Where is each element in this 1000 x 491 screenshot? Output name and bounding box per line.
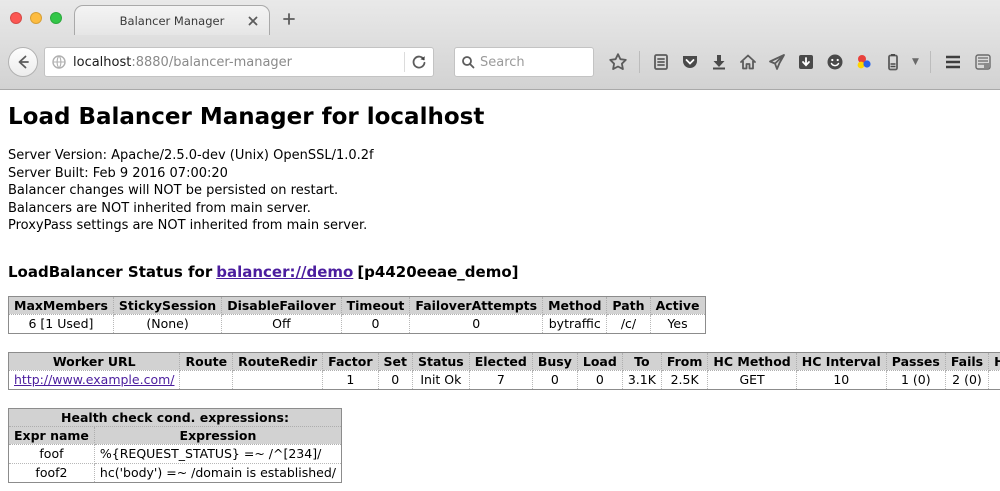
download-icon[interactable]	[709, 52, 729, 72]
server-built-line: Server Built: Feb 9 2016 07:00:20	[8, 165, 992, 183]
tab-close-icon[interactable]	[247, 15, 259, 27]
col-method: Method	[543, 296, 607, 314]
balancer-settings-table: MaxMembers StickySession DisableFailover…	[8, 296, 706, 334]
browser-chrome: Balancer Manager localhost:8880/balancer…	[0, 0, 1000, 90]
col-busy: Busy	[532, 352, 577, 370]
col-worker-url: Worker URL	[9, 352, 180, 370]
urlbar-divider	[404, 52, 405, 72]
reading-list-icon[interactable]	[651, 52, 671, 72]
menu-icon[interactable]	[942, 52, 964, 72]
col-from: From	[661, 352, 708, 370]
search-input[interactable]	[480, 55, 580, 70]
status-prefix: LoadBalancer Status for	[8, 263, 212, 281]
col-timeout: Timeout	[341, 296, 410, 314]
balancer-manager-page: Load Balancer Manager for localhost Serv…	[0, 90, 1000, 491]
page-title: Load Balancer Manager for localhost	[8, 104, 992, 130]
zoom-window-button[interactable]	[50, 12, 62, 24]
col-elected: Elected	[469, 352, 532, 370]
col-factor: Factor	[323, 352, 378, 370]
new-tab-button[interactable]	[280, 10, 298, 28]
col-set: Set	[378, 352, 412, 370]
table-title-row: Health check cond. expressions:	[9, 408, 342, 426]
back-icon	[15, 54, 31, 70]
col-status: Status	[413, 352, 470, 370]
col-hc-uri: HC uri	[989, 352, 1000, 370]
search-bar[interactable]	[454, 47, 594, 77]
back-button[interactable]	[8, 47, 38, 77]
home-icon[interactable]	[738, 52, 758, 72]
col-hc-method: HC Method	[708, 352, 796, 370]
col-routeredir: RouteRedir	[233, 352, 323, 370]
reload-icon[interactable]	[411, 54, 427, 70]
table-header-row: Expr name Expression	[9, 426, 342, 444]
table-row: 6 [1 Used] (None) Off 0 0 bytraffic /c/ …	[9, 314, 706, 333]
col-disablefailover: DisableFailover	[222, 296, 341, 314]
bookmark-star-icon[interactable]	[608, 52, 628, 72]
search-icon	[461, 55, 475, 69]
col-route: Route	[180, 352, 233, 370]
col-active: Active	[650, 296, 705, 314]
url-bar[interactable]: localhost:8880/balancer-manager	[44, 47, 434, 77]
inherit-notice-line: Balancers are NOT inherited from main se…	[8, 200, 992, 218]
worker-url-link[interactable]: http://www.example.com/	[14, 372, 174, 387]
health-check-expressions-table: Health check cond. expressions: Expr nam…	[8, 408, 342, 483]
col-fails: Fails	[945, 352, 988, 370]
table-header-row: MaxMembers StickySession DisableFailover…	[9, 296, 706, 314]
pocket-icon[interactable]	[680, 52, 700, 72]
hc-table-title: Health check cond. expressions:	[9, 408, 342, 426]
worker-table: Worker URL Route RouteRedir Factor Set S…	[8, 352, 1000, 390]
toolbar-separator	[639, 51, 640, 73]
col-expression: Expression	[94, 426, 341, 444]
toolbar-separator	[930, 51, 931, 73]
loadbalancer-status-heading: LoadBalancer Status forbalancer://demo[p…	[8, 263, 992, 281]
send-icon[interactable]	[767, 52, 787, 72]
persist-notice-line: Balancer changes will NOT be persisted o…	[8, 182, 992, 200]
col-to: To	[622, 352, 661, 370]
col-maxmembers: MaxMembers	[9, 296, 114, 314]
table-row: foof2 hc('body') =~ /domain is establish…	[9, 463, 342, 482]
url-text[interactable]: localhost:8880/balancer-manager	[73, 55, 398, 70]
window-controls[interactable]	[10, 12, 62, 24]
col-hc-interval: HC Interval	[796, 352, 886, 370]
navigation-toolbar: localhost:8880/balancer-manager	[0, 34, 1000, 90]
col-passes: Passes	[886, 352, 945, 370]
proxypass-notice-line: ProxyPass settings are NOT inherited fro…	[8, 217, 992, 235]
server-version-line: Server Version: Apache/2.5.0-dev (Unix) …	[8, 147, 992, 165]
close-window-button[interactable]	[10, 12, 22, 24]
battery-addon-icon[interactable]	[883, 52, 903, 72]
tab-title: Balancer Manager	[120, 14, 225, 28]
tiles-addon-icon[interactable]	[973, 52, 993, 72]
server-info: Server Version: Apache/2.5.0-dev (Unix) …	[8, 147, 992, 235]
col-stickysession: StickySession	[113, 296, 221, 314]
extension-box-icon[interactable]	[796, 52, 816, 72]
globe-icon	[51, 54, 67, 70]
feedback-smiley-icon[interactable]	[825, 52, 845, 72]
minimize-window-button[interactable]	[30, 12, 42, 24]
table-row: http://www.example.com/ 1 0 Init Ok 7 0 …	[9, 370, 1000, 389]
table-row: foof %{REQUEST_STATUS} =~ /^[234]/	[9, 444, 342, 463]
col-expr-name: Expr name	[9, 426, 95, 444]
col-failoverattempts: FailoverAttempts	[410, 296, 543, 314]
tab-balancer-manager[interactable]: Balancer Manager	[74, 5, 270, 35]
tab-bar: Balancer Manager	[0, 0, 1000, 34]
balancer-demo-link[interactable]: balancer://demo	[216, 263, 353, 281]
toolbar-icons: ▼	[608, 51, 993, 73]
chevron-down-icon[interactable]: ▼	[912, 57, 919, 67]
col-load: Load	[577, 352, 622, 370]
table-header-row: Worker URL Route RouteRedir Factor Set S…	[9, 352, 1000, 370]
status-suffix: [p4420eeae_demo]	[357, 263, 518, 281]
col-path: Path	[607, 296, 650, 314]
colored-dots-addon-icon[interactable]	[854, 52, 874, 72]
